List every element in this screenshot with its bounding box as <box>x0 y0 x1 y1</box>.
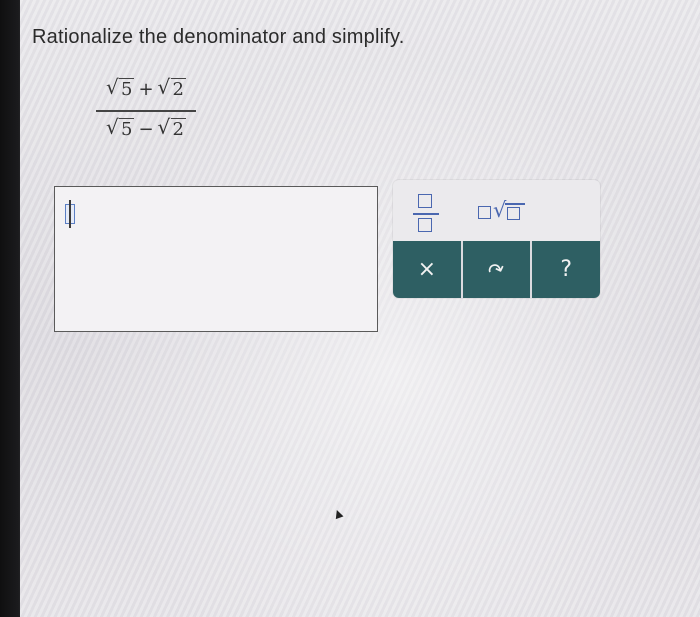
radicand: 2 <box>170 118 186 140</box>
radicand: 5 <box>119 78 135 100</box>
operator: − <box>138 119 154 140</box>
root-symbol: √ <box>157 75 171 99</box>
keypad-action-bar: × ↶ ? <box>393 241 600 298</box>
root-symbol: √ <box>157 115 171 139</box>
question-expression: √ 5 + √ 2 √ 5− √ 2 <box>92 74 200 150</box>
radicand: 5 <box>119 118 135 140</box>
text-cursor <box>68 200 71 228</box>
undo-icon: ↶ <box>484 255 509 284</box>
math-keypad: √ × ↶ ? <box>393 180 600 298</box>
close-icon: × <box>417 257 437 282</box>
fraction-bar <box>96 110 196 112</box>
root-symbol: √ <box>106 75 119 99</box>
radical-icon-radicand <box>507 207 520 220</box>
radical: √ 2 <box>157 75 186 100</box>
fraction-icon-bar <box>413 213 439 215</box>
radical: √ 5 <box>106 115 135 140</box>
radical-icon-coefficient <box>478 206 491 219</box>
fraction-icon-denominator <box>418 218 432 232</box>
radical: √ 5 <box>106 75 135 100</box>
answer-input[interactable] <box>54 186 378 332</box>
fraction-button[interactable] <box>413 192 439 240</box>
radical-icon: √ <box>493 198 507 222</box>
radical: √ 2 <box>157 115 186 140</box>
root-symbol: √ <box>106 115 119 139</box>
operator: + <box>138 79 154 100</box>
radicand: 2 <box>170 78 186 100</box>
help-button[interactable]: ? <box>530 241 600 298</box>
radical-button[interactable]: √ <box>478 198 530 226</box>
radical-icon-bar <box>505 203 525 205</box>
fraction-denominator: √ 5− √ 2 <box>92 115 200 140</box>
fraction-icon-numerator <box>418 194 432 208</box>
help-icon: ? <box>560 257 573 282</box>
undo-button[interactable]: ↶ <box>460 241 531 298</box>
fraction-numerator: √ 5 + √ 2 <box>92 75 200 100</box>
question-prompt: Rationalize the denominator and simplify… <box>32 26 405 48</box>
clear-button[interactable]: × <box>393 241 461 298</box>
